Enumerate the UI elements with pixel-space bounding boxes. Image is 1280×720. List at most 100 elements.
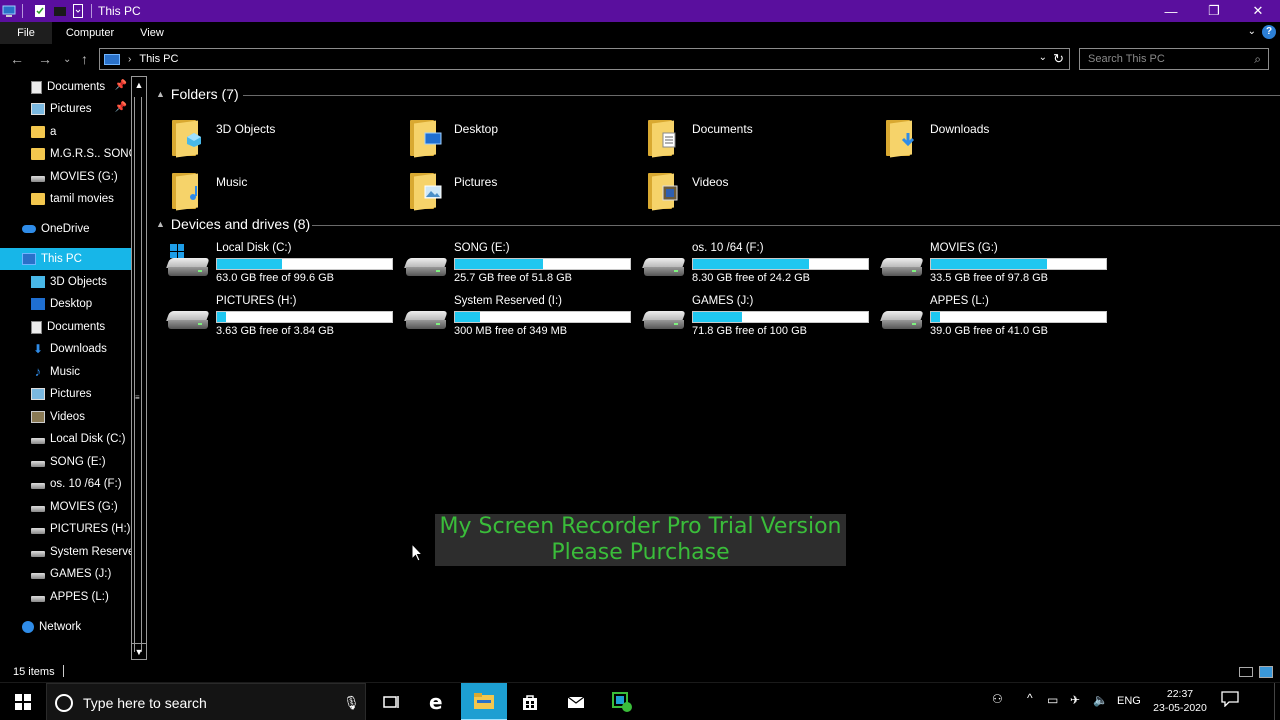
folder-item[interactable]: Music <box>156 169 386 217</box>
sidebar-item[interactable]: Documents 📌 <box>0 76 131 98</box>
app-icon[interactable] <box>2 4 16 18</box>
minimize-button[interactable]: — <box>1149 0 1193 22</box>
customize-quick-access-icon[interactable] <box>71 4 85 18</box>
sidebar-item[interactable]: Videos <box>0 406 131 428</box>
breadcrumb[interactable]: This PC <box>139 53 178 65</box>
sidebar-item[interactable]: ⬇ Downloads <box>0 338 131 360</box>
start-button[interactable] <box>0 683 46 720</box>
screen-recorder-icon[interactable] <box>599 683 645 720</box>
battery-icon[interactable]: ▭ <box>1047 693 1058 707</box>
sidebar-item[interactable]: os. 10 /64 (F:) <box>0 473 131 495</box>
sidebar-item-label: MOVIES (G:) <box>50 501 118 513</box>
forward-button[interactable]: → <box>38 51 52 67</box>
folder-item[interactable]: Desktop <box>394 116 624 164</box>
sidebar-item[interactable]: MOVIES (G:) <box>0 166 131 188</box>
language-indicator[interactable]: ENG <box>1117 695 1141 707</box>
collapse-caret-icon[interactable]: ▲ <box>156 219 165 229</box>
sidebar-item[interactable]: SONG (E:) <box>0 451 131 473</box>
sidebar-item[interactable]: Pictures <box>0 383 131 405</box>
folder-item[interactable]: 3D Objects <box>156 116 386 164</box>
show-desktop-button[interactable] <box>1274 683 1280 720</box>
help-icon[interactable]: ? <box>1262 25 1276 39</box>
sidebar-item[interactable]: Desktop <box>0 293 131 315</box>
store-icon[interactable] <box>507 683 553 720</box>
sidebar-item[interactable]: Documents <box>0 316 131 338</box>
clock[interactable]: 22:37 23-05-2020 <box>1148 687 1212 715</box>
mail-icon[interactable] <box>553 683 599 720</box>
address-dropdown-icon[interactable]: ⌄ <box>1039 52 1047 63</box>
large-icons-view-icon[interactable] <box>1259 666 1273 678</box>
sidebar-item[interactable]: M.G.R.S.. SONGS <box>0 143 131 165</box>
details-view-icon[interactable] <box>1239 667 1253 677</box>
address-bar[interactable]: › This PC ⌄ ↻ <box>99 48 1070 70</box>
drive-item[interactable]: Local Disk (C:) 63.0 GB free of 99.6 GB <box>156 242 393 288</box>
sidebar-item[interactable]: tamil movies <box>0 188 131 210</box>
sidebar-item[interactable]: ♪ Music <box>0 361 131 383</box>
drive-usage-bar <box>692 311 869 323</box>
folder-item[interactable]: Videos <box>632 169 862 217</box>
up-button[interactable]: ↑ <box>81 51 88 67</box>
airplane-mode-icon[interactable]: ✈ <box>1070 693 1080 707</box>
cortana-icon[interactable] <box>55 694 73 712</box>
sidebar-item[interactable]: a <box>0 121 131 143</box>
sidebar-item[interactable]: Local Disk (C:) <box>0 428 131 450</box>
sidebar-item[interactable]: This PC <box>0 248 131 270</box>
sidebar-item[interactable]: System Reserved (I:) <box>0 541 131 563</box>
folders-group-header[interactable]: ▲ Folders (7) <box>156 86 239 102</box>
task-view-button[interactable] <box>368 683 414 720</box>
back-button[interactable]: ← <box>10 51 24 67</box>
scrollbar-thumb[interactable] <box>134 97 142 652</box>
expand-ribbon-icon[interactable]: ⌄ <box>1248 26 1256 37</box>
people-icon[interactable]: ⚇ <box>992 692 1003 706</box>
collapse-caret-icon[interactable]: ▲ <box>156 89 165 99</box>
scroll-down-icon[interactable]: ▼ <box>132 643 146 659</box>
drive-item[interactable]: os. 10 /64 (F:) 8.30 GB free of 24.2 GB <box>632 242 869 288</box>
volume-icon[interactable]: 🔈 <box>1093 693 1108 707</box>
properties-icon[interactable] <box>33 4 47 18</box>
sidebar-item[interactable]: OneDrive <box>0 218 131 240</box>
folder-icon <box>886 118 918 158</box>
pin-icon[interactable]: 📌 <box>115 102 127 113</box>
new-folder-icon[interactable] <box>53 4 67 18</box>
sidebar-item-label: This PC <box>41 253 82 265</box>
tab-file[interactable]: File <box>0 22 52 44</box>
edge-browser-icon[interactable]: e <box>414 683 460 720</box>
drive-item[interactable]: MOVIES (G:) 33.5 GB free of 97.8 GB <box>870 242 1107 288</box>
drive-item[interactable]: System Reserved (I:) 300 MB free of 349 M… <box>394 295 631 341</box>
breadcrumb-chevron-icon[interactable]: › <box>128 54 131 65</box>
drive-usage-bar <box>930 311 1107 323</box>
drive-item[interactable]: APPES (L:) 39.0 GB free of 41.0 GB <box>870 295 1107 341</box>
microphone-icon[interactable]: 🎙 <box>343 695 360 711</box>
maximize-button[interactable]: ❐ <box>1192 0 1236 22</box>
drives-group-header[interactable]: ▲ Devices and drives (8) <box>156 216 310 232</box>
pin-icon[interactable]: 📌 <box>115 80 127 91</box>
sidebar-item[interactable]: APPES (L:) <box>0 586 131 608</box>
drive-item[interactable]: GAMES (J:) 71.8 GB free of 100 GB <box>632 295 869 341</box>
folder-item[interactable]: Pictures <box>394 169 624 217</box>
tab-computer[interactable]: Computer <box>58 22 122 44</box>
folder-item[interactable]: Documents <box>632 116 862 164</box>
sidebar-item[interactable]: MOVIES (G:) <box>0 496 131 518</box>
sidebar-item[interactable]: Network <box>0 616 131 638</box>
sidebar-item[interactable]: 3D Objects <box>0 271 131 293</box>
drive-item[interactable]: SONG (E:) 25.7 GB free of 51.8 GB <box>394 242 631 288</box>
folder-item[interactable]: Downloads <box>870 116 1100 164</box>
tab-view[interactable]: View <box>132 22 172 44</box>
drive-icon <box>31 528 45 534</box>
show-hidden-icons-icon[interactable]: ^ <box>1027 691 1033 705</box>
nav-scrollbar[interactable]: ▲ ≡ ▼ <box>131 76 147 660</box>
action-center-icon[interactable] <box>1218 691 1242 713</box>
sidebar-item-label: System Reserved (I:) <box>50 546 131 558</box>
taskbar: Type here to search 🎙 e ⚇ ^ ▭ ✈ 🔈 ENG 22… <box>0 682 1280 720</box>
search-input[interactable]: Search This PC ⌕ <box>1079 48 1269 70</box>
file-explorer-taskbar-icon[interactable] <box>461 683 507 720</box>
sidebar-item[interactable]: Pictures 📌 <box>0 98 131 120</box>
recent-locations-button[interactable]: ⌄ <box>63 54 71 65</box>
close-button[interactable]: ✕ <box>1236 0 1280 22</box>
taskbar-search-box[interactable]: Type here to search 🎙 <box>46 683 366 720</box>
sidebar-item[interactable]: GAMES (J:) <box>0 563 131 585</box>
scroll-up-icon[interactable]: ▲ <box>132 77 146 93</box>
drive-item[interactable]: PICTURES (H:) 3.63 GB free of 3.84 GB <box>156 295 393 341</box>
refresh-button[interactable]: ↻ <box>1053 51 1064 67</box>
sidebar-item[interactable]: PICTURES (H:) <box>0 518 131 540</box>
